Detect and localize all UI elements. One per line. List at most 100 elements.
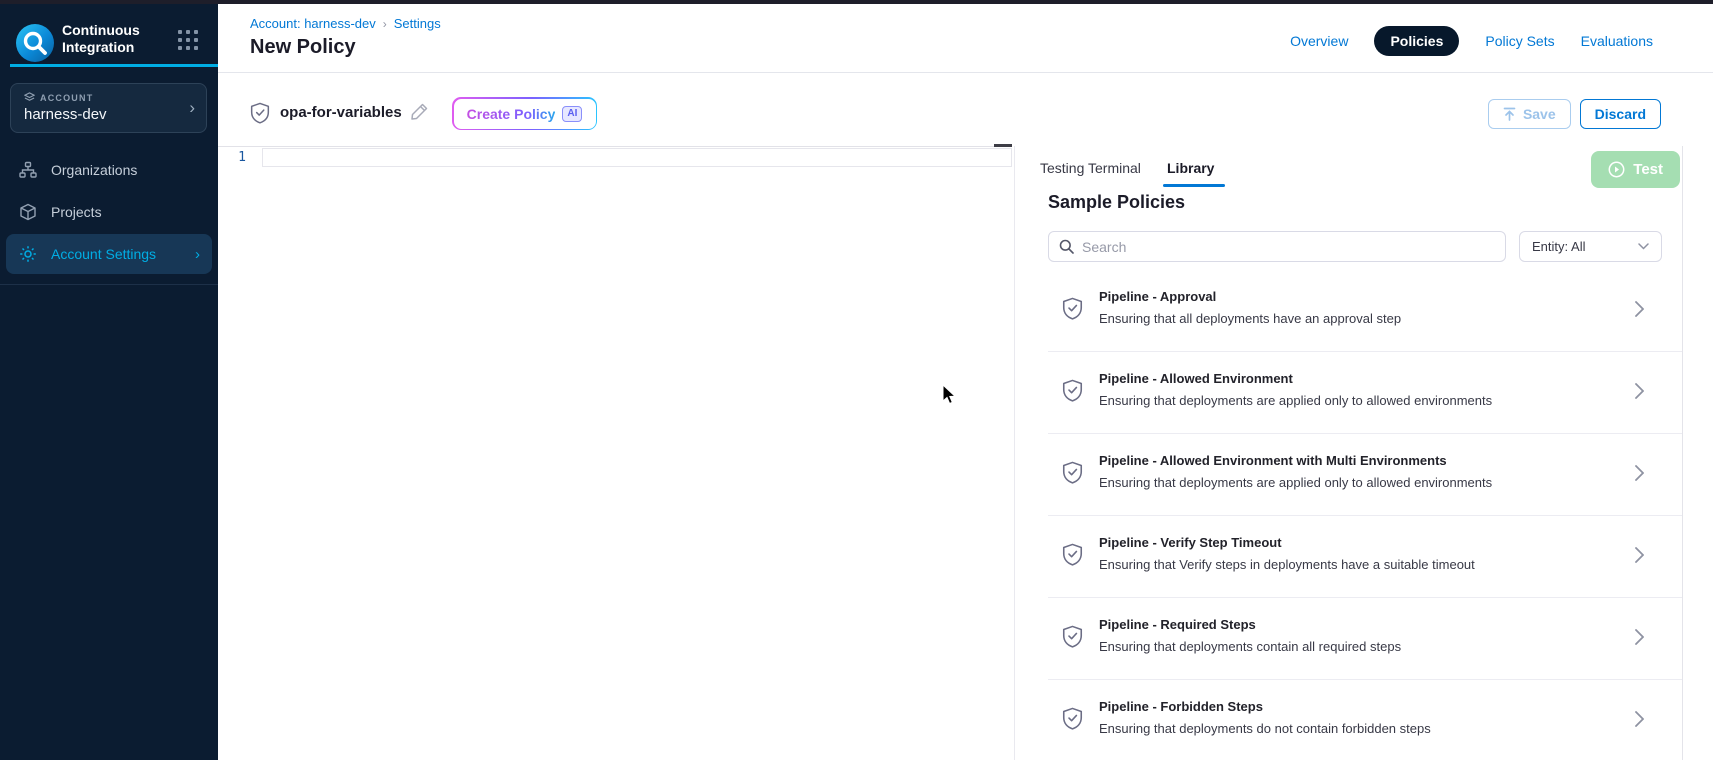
shield-check-icon xyxy=(1062,297,1083,325)
panel-split-divider[interactable] xyxy=(1014,146,1015,760)
policy-list-item[interactable]: Pipeline - Approval Ensuring that all de… xyxy=(1048,270,1682,352)
ai-badge: AI xyxy=(562,106,582,122)
breadcrumb-settings-link[interactable]: Settings xyxy=(394,16,441,31)
breadcrumb: Account: harness-dev › Settings xyxy=(250,16,441,31)
policy-list-item[interactable]: Pipeline - Verify Step Timeout Ensuring … xyxy=(1048,516,1682,598)
toolbar-actions: Save Discard xyxy=(1488,99,1661,129)
policy-nav-tabs: Overview Policies Policy Sets Evaluation… xyxy=(1290,26,1653,56)
entity-filter-dropdown[interactable]: Entity: All xyxy=(1519,231,1662,262)
account-label: ACCOUNT xyxy=(24,92,93,103)
policy-title: Pipeline - Required Steps xyxy=(1099,617,1401,632)
sample-policies-heading: Sample Policies xyxy=(1048,192,1185,213)
save-button[interactable]: Save xyxy=(1488,99,1571,129)
policy-text: Pipeline - Allowed Environment with Mult… xyxy=(1099,434,1492,490)
policy-text: Pipeline - Approval Ensuring that all de… xyxy=(1099,270,1401,326)
shield-check-icon xyxy=(1062,707,1083,735)
sidebar: Continuous Integration ACCOUNT harness-d… xyxy=(0,0,218,760)
policy-text: Pipeline - Forbidden Steps Ensuring that… xyxy=(1099,680,1431,736)
policy-text: Pipeline - Allowed Environment Ensuring … xyxy=(1099,352,1492,408)
policy-description: Ensuring that all deployments have an ap… xyxy=(1099,311,1401,326)
chevron-right-icon xyxy=(1635,629,1644,650)
create-policy-ai-button[interactable]: Create Policy AI xyxy=(452,97,597,130)
policy-title: Pipeline - Forbidden Steps xyxy=(1099,699,1431,714)
policy-title: Pipeline - Allowed Environment xyxy=(1099,371,1492,386)
search-box xyxy=(1048,231,1506,262)
layers-icon xyxy=(24,92,35,103)
account-selector[interactable]: ACCOUNT harness-dev › xyxy=(10,83,207,133)
tab-library[interactable]: Library xyxy=(1167,160,1214,176)
tab-policy-sets[interactable]: Policy Sets xyxy=(1485,33,1554,49)
sidebar-item-label: Projects xyxy=(51,204,102,220)
chevron-right-icon xyxy=(1635,547,1644,568)
module-title: Continuous Integration xyxy=(62,22,174,56)
window-top-strip xyxy=(0,0,1713,4)
module-switcher-grid-icon[interactable] xyxy=(178,30,200,52)
panel-scrollbar-track[interactable] xyxy=(1682,146,1683,760)
policy-name: opa-for-variables xyxy=(280,104,402,121)
cube-icon xyxy=(18,202,38,222)
header-divider xyxy=(218,72,1713,73)
account-name: harness-dev xyxy=(24,106,107,123)
search-input[interactable] xyxy=(1082,239,1495,255)
chevron-right-icon xyxy=(1635,465,1644,486)
harness-ci-logo-icon[interactable] xyxy=(16,24,54,62)
editor-line-number: 1 xyxy=(218,150,246,165)
sidebar-item-account-settings[interactable]: Account Settings › xyxy=(6,234,212,274)
create-policy-label: Create Policy xyxy=(467,106,556,122)
test-button[interactable]: Test xyxy=(1591,151,1680,188)
policy-list-item[interactable]: Pipeline - Required Steps Ensuring that … xyxy=(1048,598,1682,680)
sidebar-item-label: Organizations xyxy=(51,162,137,178)
sidebar-divider xyxy=(0,284,218,285)
policy-description: Ensuring that deployments contain all re… xyxy=(1099,639,1401,654)
split-sash-handle[interactable] xyxy=(994,144,1012,147)
active-tab-underline xyxy=(1163,184,1225,187)
chevron-right-icon: › xyxy=(195,246,200,263)
shield-check-icon xyxy=(1062,379,1083,407)
chevron-right-icon xyxy=(1635,383,1644,404)
chevron-right-icon xyxy=(1635,711,1644,732)
play-circle-icon xyxy=(1608,161,1625,178)
sample-policy-list: Pipeline - Approval Ensuring that all de… xyxy=(1048,270,1682,760)
breadcrumb-account-link[interactable]: Account: harness-dev xyxy=(250,16,376,31)
module-accent-underline xyxy=(10,64,218,67)
gear-icon xyxy=(18,244,38,264)
shield-check-icon xyxy=(1062,543,1083,571)
policy-text: Pipeline - Verify Step Timeout Ensuring … xyxy=(1099,516,1475,572)
chevron-right-icon: › xyxy=(189,98,195,118)
policy-shield-icon xyxy=(250,102,270,129)
editor-top-divider xyxy=(218,146,1012,147)
shield-check-icon xyxy=(1062,625,1083,653)
edit-pencil-icon[interactable] xyxy=(410,102,429,126)
policy-title: Pipeline - Allowed Environment with Mult… xyxy=(1099,453,1492,468)
policy-description: Ensuring that deployments are applied on… xyxy=(1099,393,1492,408)
org-hierarchy-icon xyxy=(18,160,38,180)
policy-text: Pipeline - Required Steps Ensuring that … xyxy=(1099,598,1401,654)
sidebar-nav: Organizations Projects Account Settings … xyxy=(0,148,218,276)
search-icon xyxy=(1059,239,1074,254)
policy-list-item[interactable]: Pipeline - Allowed Environment Ensuring … xyxy=(1048,352,1682,434)
policy-list-item[interactable]: Pipeline - Allowed Environment with Mult… xyxy=(1048,434,1682,516)
tab-overview[interactable]: Overview xyxy=(1290,33,1348,49)
policy-title: Pipeline - Approval xyxy=(1099,289,1401,304)
breadcrumb-separator: › xyxy=(383,17,387,31)
policy-list-item[interactable]: Pipeline - Forbidden Steps Ensuring that… xyxy=(1048,680,1682,760)
entity-filter-value: Entity: All xyxy=(1532,239,1585,254)
tab-evaluations[interactable]: Evaluations xyxy=(1581,33,1653,49)
shield-check-icon xyxy=(1062,461,1083,489)
upload-icon xyxy=(1503,107,1516,121)
policy-description: Ensuring that deployments are applied on… xyxy=(1099,475,1492,490)
page-title: New Policy xyxy=(250,36,356,59)
sidebar-item-label: Account Settings xyxy=(51,246,156,262)
chevron-down-icon xyxy=(1638,241,1649,253)
policy-description: Ensuring that deployments do not contain… xyxy=(1099,721,1431,736)
editor-current-line[interactable] xyxy=(262,148,1012,167)
discard-button[interactable]: Discard xyxy=(1580,99,1661,129)
tab-testing-terminal[interactable]: Testing Terminal xyxy=(1040,160,1141,176)
policy-title: Pipeline - Verify Step Timeout xyxy=(1099,535,1475,550)
chevron-right-icon xyxy=(1635,301,1644,322)
sidebar-item-organizations[interactable]: Organizations xyxy=(6,150,212,190)
policy-description: Ensuring that Verify steps in deployment… xyxy=(1099,557,1475,572)
mouse-cursor xyxy=(942,384,958,411)
sidebar-item-projects[interactable]: Projects xyxy=(6,192,212,232)
tab-policies[interactable]: Policies xyxy=(1374,26,1459,56)
